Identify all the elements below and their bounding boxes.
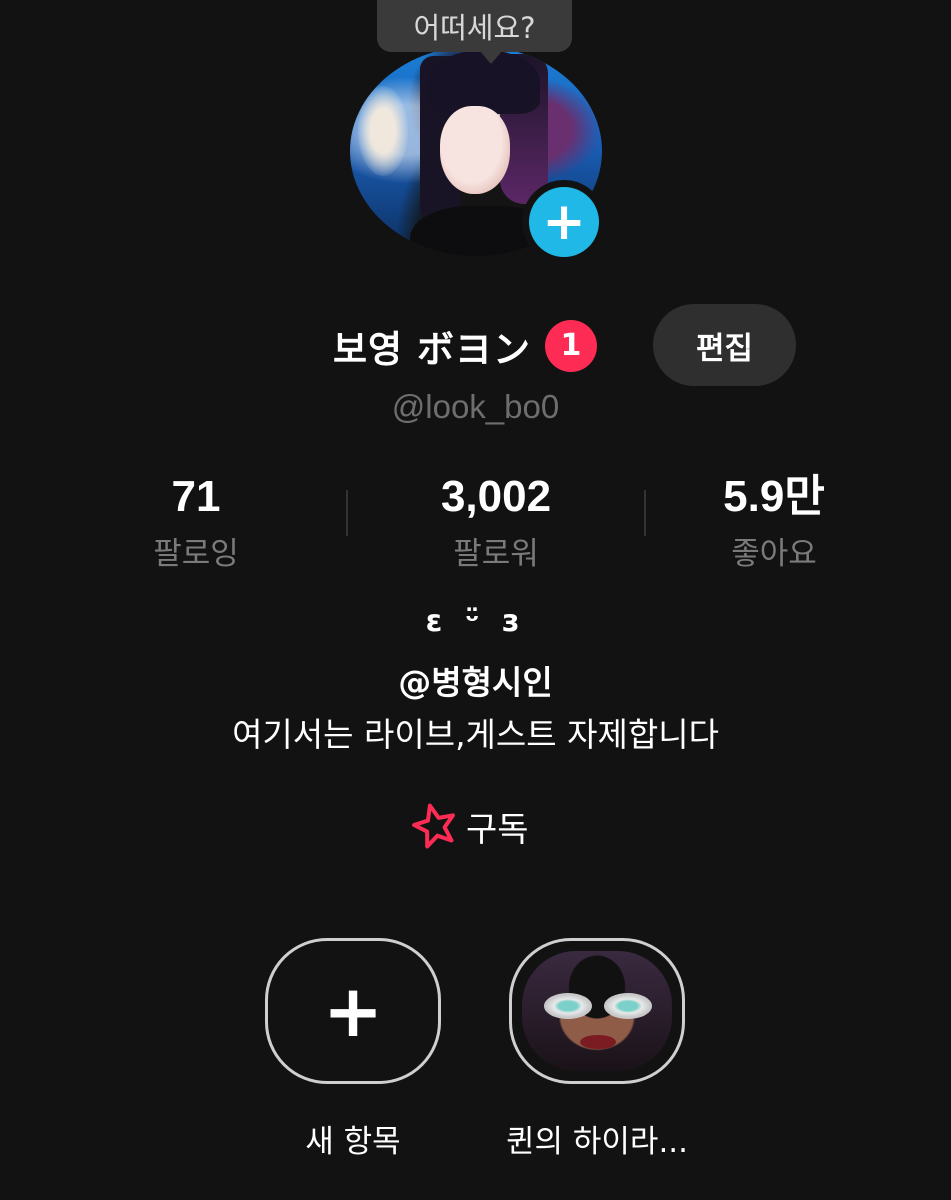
highlight-new-frame: + [265,938,441,1084]
tooltip-text: 어떠세요? [413,11,536,45]
stat-following[interactable]: 71 팔로잉 [66,470,326,573]
edit-profile-label: 편집 [695,330,754,367]
star-icon [412,803,455,849]
edit-profile-button[interactable]: 편집 [653,304,796,386]
subscribe-button[interactable]: 구독 [408,798,529,854]
name-row: 보영 ボヨン 1 [333,316,597,376]
bio-mention[interactable]: @병형시인 [0,656,951,704]
highlight-queen[interactable] [509,938,685,1084]
stat-label: 팔로워 [453,536,539,572]
display-name: 보영 ボヨン [333,328,531,371]
stat-value: 3,002 [440,472,552,521]
plus-icon: + [529,187,599,257]
tooltip-tail [479,50,503,64]
notification-badge[interactable]: 1 [544,320,597,372]
highlight-thumbnail-image [522,951,672,1071]
highlight-thumbnail [509,938,685,1084]
stat-label: 팔로잉 [153,536,239,572]
avatar-fish [358,86,408,176]
tooltip-bubble: 어떠세요? [377,0,572,52]
avatar-face [440,106,510,194]
bio-text: 여기서는 라이브,게스트 자제합니다 [232,715,719,754]
highlight-new[interactable]: + [265,938,441,1084]
stat-value: 71 [171,472,221,521]
username: @look_bo0 [391,388,560,425]
stat-value: 5.9만 [723,472,825,521]
bio-emote: ε ᵕ̈ з [425,604,526,639]
stat-followers[interactable]: 3,002 팔로워 [366,470,626,573]
highlight-queen-label: 퀸의 하이라... [505,1124,688,1160]
stat-label: 좋아요 [731,536,817,572]
subscribe-label: 구독 [466,809,529,850]
stat-divider [346,490,348,536]
avatar-add-button[interactable]: + [522,180,606,264]
plus-icon: + [322,969,384,1053]
stat-likes[interactable]: 5.9만 좋아요 [644,470,904,573]
highlight-new-label: 새 항목 [305,1124,401,1160]
